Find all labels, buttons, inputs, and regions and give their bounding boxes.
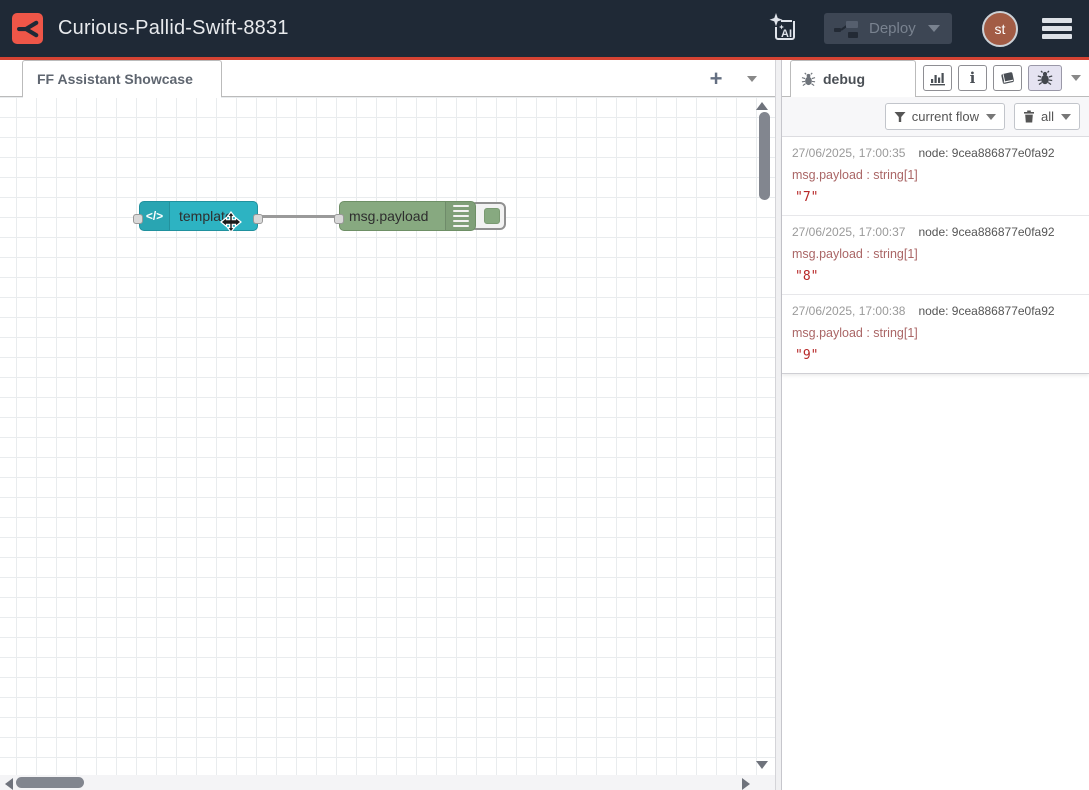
help-tab-button[interactable] [993, 65, 1022, 91]
avatar-initials: st [995, 21, 1006, 37]
message-node-id: node: 9cea886877e0fa92 [918, 225, 1054, 239]
template-input-port[interactable] [133, 214, 143, 224]
wire-template-to-debug[interactable] [258, 215, 339, 218]
ai-assistant-button[interactable]: AI [766, 11, 802, 47]
message-value: "7" [792, 190, 1079, 205]
main-menu-button[interactable] [1042, 15, 1072, 42]
horizontal-scroll-left-arrow[interactable] [5, 778, 13, 790]
svg-text:AI: AI [781, 28, 792, 40]
debug-message[interactable]: 27/06/2025, 17:00:35 node: 9cea886877e0f… [782, 137, 1089, 216]
sidebar-tabbar: debug i [782, 60, 1089, 97]
code-icon: </> [140, 202, 170, 230]
debug-message[interactable]: 27/06/2025, 17:00:38 node: 9cea886877e0f… [782, 295, 1089, 373]
message-value: "8" [792, 269, 1079, 284]
debug-toolbar: current flow all [782, 97, 1089, 137]
debug-clear-button[interactable]: all [1014, 103, 1080, 130]
debug-sidebar: debug i [782, 60, 1089, 790]
message-property[interactable]: msg.payload : string[1] [792, 326, 1079, 340]
filter-caret-icon [986, 114, 996, 120]
message-value: "9" [792, 348, 1079, 363]
bug-icon [1037, 70, 1053, 86]
debug-message[interactable]: 27/06/2025, 17:00:37 node: 9cea886877e0f… [782, 216, 1089, 295]
bar-chart-icon [929, 71, 946, 86]
message-timestamp: 27/06/2025, 17:00:37 [792, 225, 905, 239]
debug-tab-label: debug [823, 71, 865, 87]
workspace-tabbar: FF Assistant Showcase + [0, 60, 775, 97]
sidebar-resize-handle[interactable] [775, 60, 782, 790]
node-msg-payload[interactable]: msg.payload [339, 201, 476, 231]
deploy-options-caret-icon[interactable] [928, 25, 940, 32]
debug-tab-button[interactable] [1028, 65, 1062, 91]
logo-branch-glyph [17, 18, 39, 40]
page-title: Curious-Pallid-Swift-8831 [58, 17, 289, 40]
vertical-scroll-down-arrow[interactable] [756, 761, 768, 769]
message-timestamp: 27/06/2025, 17:00:35 [792, 146, 905, 160]
info-icon: i [970, 71, 976, 86]
book-icon [1000, 71, 1016, 86]
hamburger-icon [1042, 18, 1072, 23]
flow-workspace: FF Assistant Showcase + </> template msg… [0, 60, 775, 790]
debug-message-list: 27/06/2025, 17:00:35 node: 9cea886877e0f… [782, 137, 1089, 374]
deploy-button-label: Deploy [869, 20, 916, 37]
bug-icon [801, 72, 816, 87]
debug-toggle-state-icon [484, 208, 500, 224]
user-avatar[interactable]: st [982, 11, 1018, 47]
trash-icon [1023, 110, 1035, 123]
vertical-scroll-up-arrow[interactable] [756, 102, 768, 110]
add-flow-button[interactable]: + [699, 62, 733, 96]
flow-tab-label: FF Assistant Showcase [37, 71, 193, 87]
message-property[interactable]: msg.payload : string[1] [792, 168, 1079, 182]
move-cursor-icon [220, 211, 242, 233]
filter-funnel-icon [894, 111, 906, 123]
info-tab-button[interactable]: i [958, 65, 987, 91]
flow-list-caret-icon[interactable] [747, 76, 757, 82]
debug-node-label: msg.payload [340, 208, 428, 224]
debug-input-port[interactable] [334, 214, 344, 224]
clear-caret-icon [1061, 114, 1071, 120]
horizontal-scrollbar-track[interactable] [0, 775, 775, 790]
deploy-button[interactable]: Deploy [824, 13, 952, 44]
horizontal-scrollbar-thumb[interactable] [16, 777, 84, 788]
message-node-id: node: 9cea886877e0fa92 [918, 304, 1054, 318]
debug-filter-button[interactable]: current flow [885, 103, 1005, 130]
dashboard-tab-button[interactable] [923, 65, 952, 91]
message-timestamp: 27/06/2025, 17:00:38 [792, 304, 905, 318]
header-bar: Curious-Pallid-Swift-8831 AI Deploy st [0, 0, 1089, 57]
debug-output-icon [445, 202, 475, 230]
flow-canvas[interactable]: </> template msg.payload [0, 97, 775, 790]
deploy-icon [833, 18, 859, 40]
vertical-scrollbar-thumb[interactable] [759, 112, 770, 200]
template-output-port[interactable] [253, 214, 263, 224]
filter-button-label: current flow [912, 109, 979, 124]
clear-button-label: all [1041, 109, 1054, 124]
horizontal-scroll-right-arrow[interactable] [742, 778, 750, 790]
message-property[interactable]: msg.payload : string[1] [792, 247, 1079, 261]
flowfuse-logo-icon[interactable] [12, 13, 43, 44]
ai-sparkle-icon: AI [767, 12, 801, 46]
tab-ff-assistant-showcase[interactable]: FF Assistant Showcase [22, 60, 222, 97]
tab-debug[interactable]: debug [790, 60, 916, 97]
message-node-id: node: 9cea886877e0fa92 [918, 146, 1054, 160]
sidebar-tabs-caret-icon[interactable] [1071, 75, 1081, 81]
